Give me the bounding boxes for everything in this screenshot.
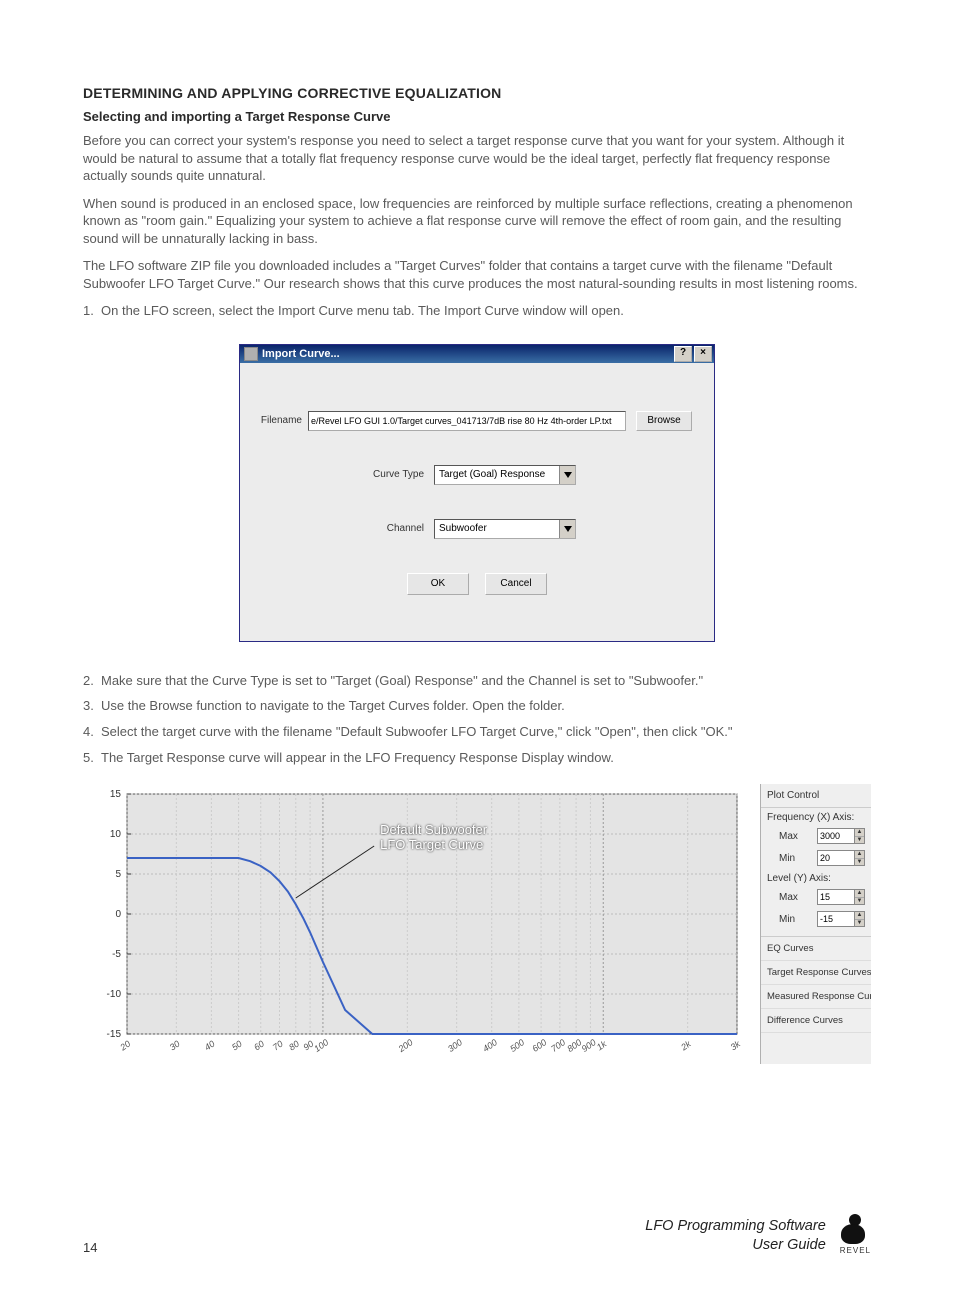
brand-name: REVEL <box>840 1246 871 1255</box>
svg-text:300: 300 <box>446 1037 464 1054</box>
filename-input[interactable] <box>308 411 626 431</box>
svg-text:30: 30 <box>168 1039 182 1053</box>
browse-button[interactable]: Browse <box>636 411 692 431</box>
spinner-up-icon[interactable]: ▲ <box>855 851 864 859</box>
section-heading: DETERMINING AND APPLYING CORRECTIVE EQUA… <box>83 85 871 101</box>
step-text: Use the Browse function to navigate to t… <box>101 697 871 715</box>
paragraph: The LFO software ZIP file you downloaded… <box>83 257 871 292</box>
max-label: Max <box>767 831 813 842</box>
difference-curves-item[interactable]: Difference Curves <box>761 1009 871 1033</box>
step-number: 4. <box>83 723 101 741</box>
svg-text:-10: -10 <box>107 989 122 1000</box>
freq-max-input[interactable] <box>817 828 855 844</box>
svg-text:200: 200 <box>396 1037 415 1054</box>
chevron-down-icon <box>559 466 575 484</box>
app-icon <box>244 347 258 361</box>
svg-text:500: 500 <box>508 1037 526 1054</box>
level-axis-label: Level (Y) Axis: <box>761 869 871 886</box>
svg-text:60: 60 <box>252 1039 266 1053</box>
channel-select[interactable]: Subwoofer <box>434 519 576 539</box>
step-5: 5. The Target Response curve will appear… <box>83 749 871 767</box>
svg-text:15: 15 <box>110 789 122 800</box>
plot-control-title: Plot Control <box>761 784 871 808</box>
min-label: Min <box>767 853 813 864</box>
target-response-curves-item[interactable]: Target Response Curves <box>761 961 871 985</box>
svg-text:100: 100 <box>312 1037 330 1054</box>
step-number: 3. <box>83 697 101 715</box>
spinner-up-icon[interactable]: ▲ <box>855 890 864 898</box>
spinner-down-icon[interactable]: ▼ <box>855 859 864 866</box>
svg-text:20: 20 <box>117 1039 132 1054</box>
dialog-title: Import Curve... <box>262 348 674 360</box>
svg-text:80: 80 <box>287 1039 301 1053</box>
footer-title-line1: LFO Programming Software <box>97 1217 825 1236</box>
spinner-down-icon[interactable]: ▼ <box>855 920 864 927</box>
level-max-input[interactable] <box>817 889 855 905</box>
chevron-down-icon <box>559 520 575 538</box>
step-number: 5. <box>83 749 101 767</box>
paragraph: Before you can correct your system's res… <box>83 132 871 185</box>
frequency-response-plot: -15-10-505101520304050607080901002003004… <box>83 784 761 1064</box>
spinner-up-icon[interactable]: ▲ <box>855 829 864 837</box>
cancel-button[interactable]: Cancel <box>485 573 547 595</box>
svg-text:50: 50 <box>230 1039 244 1053</box>
close-button[interactable]: × <box>694 346 712 362</box>
step-text: The Target Response curve will appear in… <box>101 749 871 767</box>
channel-label: Channel <box>258 523 424 534</box>
svg-text:3k: 3k <box>729 1039 743 1053</box>
ok-button[interactable]: OK <box>407 573 469 595</box>
help-button[interactable]: ? <box>674 346 692 362</box>
svg-text:10: 10 <box>110 829 122 840</box>
paragraph: When sound is produced in an enclosed sp… <box>83 195 871 248</box>
svg-text:0: 0 <box>115 909 121 920</box>
svg-text:-5: -5 <box>112 949 121 960</box>
spinner-down-icon[interactable]: ▼ <box>855 898 864 905</box>
svg-text:40: 40 <box>203 1039 217 1053</box>
curve-type-value: Target (Goal) Response <box>435 469 559 480</box>
spinner-up-icon[interactable]: ▲ <box>855 912 864 920</box>
spinner-down-icon[interactable]: ▼ <box>855 837 864 844</box>
step-2: 2. Make sure that the Curve Type is set … <box>83 672 871 690</box>
step-number: 2. <box>83 672 101 690</box>
svg-text:5: 5 <box>115 869 121 880</box>
svg-text:1k: 1k <box>595 1039 609 1053</box>
page-number: 14 <box>83 1240 97 1255</box>
eq-curves-header: EQ Curves <box>761 937 871 961</box>
step-text: Make sure that the Curve Type is set to … <box>101 672 871 690</box>
measured-response-curves-item[interactable]: Measured Response Cur <box>761 985 871 1009</box>
import-curve-dialog: Import Curve... ? × Filename Browse Curv… <box>239 344 715 642</box>
filename-label: Filename <box>258 415 302 426</box>
sub-heading: Selecting and importing a Target Respons… <box>83 109 871 124</box>
step-text: Select the target curve with the filenam… <box>101 723 871 741</box>
svg-text:600: 600 <box>530 1037 548 1054</box>
step-number: 1. <box>83 302 101 320</box>
freq-min-input[interactable] <box>817 850 855 866</box>
svg-text:70: 70 <box>271 1039 285 1053</box>
svg-text:-15: -15 <box>107 1029 122 1040</box>
svg-text:Default Subwoofer: Default Subwoofer <box>380 822 488 837</box>
svg-text:LFO Target Curve: LFO Target Curve <box>380 837 483 852</box>
svg-text:2k: 2k <box>678 1039 693 1054</box>
channel-value: Subwoofer <box>435 523 559 534</box>
curve-type-select[interactable]: Target (Goal) Response <box>434 465 576 485</box>
svg-text:400: 400 <box>481 1037 499 1054</box>
min-label: Min <box>767 914 813 925</box>
level-min-input[interactable] <box>817 911 855 927</box>
logo-icon <box>841 1214 869 1244</box>
step-4: 4. Select the target curve with the file… <box>83 723 871 741</box>
plot-control-panel: Plot Control Frequency (X) Axis: Max ▲▼ … <box>760 784 871 1064</box>
step-1: 1. On the LFO screen, select the Import … <box>83 302 871 320</box>
footer-title-line2: User Guide <box>97 1236 825 1255</box>
freq-axis-label: Frequency (X) Axis: <box>761 808 871 825</box>
max-label: Max <box>767 892 813 903</box>
dialog-titlebar[interactable]: Import Curve... ? × <box>240 345 714 363</box>
curve-type-label: Curve Type <box>258 469 424 480</box>
step-3: 3. Use the Browse function to navigate t… <box>83 697 871 715</box>
step-text: On the LFO screen, select the Import Cur… <box>101 302 871 320</box>
